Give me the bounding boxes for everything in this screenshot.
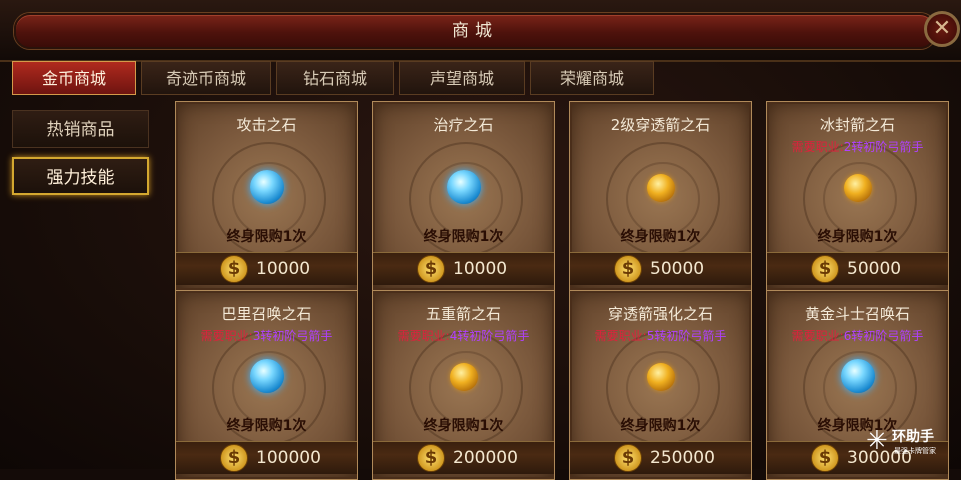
shop-item-card[interactable]: 攻击之石终身限购1次 $10000 — [175, 101, 358, 291]
gold-coin-icon: $ — [220, 444, 248, 472]
gold-gem-icon — [450, 363, 478, 391]
item-price: 50000 — [650, 259, 705, 279]
item-name: 黄金斗士召唤石 — [804, 305, 910, 323]
tab-miracle-coin-shop[interactable]: 奇迹币商城 — [141, 61, 271, 95]
requirement-label: 需要职业: — [397, 329, 450, 343]
item-requirement: 需要职业:5转初阶弓箭手 — [570, 327, 751, 344]
side-power-skills[interactable]: 强力技能 — [12, 157, 149, 195]
purchase-limit: 终身限购1次 — [226, 418, 307, 434]
requirement-label: 需要职业: — [200, 329, 253, 343]
requirement-class: 2转初阶弓箭手 — [843, 140, 924, 154]
gold-coin-icon: $ — [614, 255, 642, 283]
requirement-label: 需要职业: — [594, 329, 647, 343]
tab-diamond-shop[interactable]: 钻石商城 — [276, 61, 394, 95]
price-bar: $50000 — [767, 252, 948, 285]
tab-honor-shop[interactable]: 荣耀商城 — [530, 61, 654, 95]
purchase-limit: 终身限购1次 — [620, 229, 701, 245]
gold-coin-icon: $ — [811, 444, 839, 472]
purchase-limit: 终身限购1次 — [423, 418, 504, 434]
blue-gem-icon — [841, 359, 875, 393]
item-name: 攻击之石 — [236, 116, 297, 134]
item-requirement: 需要职业:6转初阶弓箭手 — [767, 327, 948, 344]
blue-gem-icon — [250, 170, 284, 204]
watermark-subtext: 最强卡牌管家 — [894, 447, 936, 455]
side-hot-items[interactable]: 热销商品 — [12, 110, 149, 148]
gold-gem-icon — [844, 174, 872, 202]
blue-gem-icon — [447, 170, 481, 204]
shop-item-card[interactable]: 2级穿透箭之石 终身限购1次 $50000 — [569, 101, 752, 291]
price-bar: $100000 — [176, 441, 357, 474]
close-icon[interactable]: ✕ — [924, 11, 960, 47]
item-price: 10000 — [453, 259, 508, 279]
watermark-text: 环助手 — [892, 429, 934, 445]
tab-gold-shop[interactable]: 金币商城 — [12, 61, 136, 95]
item-price: 200000 — [453, 448, 518, 468]
item-requirement: 需要职业:4转初阶弓箭手 — [373, 327, 554, 344]
requirement-class: 6转初阶弓箭手 — [843, 329, 924, 343]
item-price: 250000 — [650, 448, 715, 468]
price-bar: $10000 — [176, 252, 357, 285]
requirement-label: 需要职业: — [791, 140, 844, 154]
item-price: 50000 — [847, 259, 902, 279]
requirement-class: 5转初阶弓箭手 — [646, 329, 727, 343]
item-requirement: 需要职业:3转初阶弓箭手 — [176, 327, 357, 344]
gold-coin-icon: $ — [220, 255, 248, 283]
gold-coin-icon: $ — [417, 255, 445, 283]
gold-gem-icon — [647, 174, 675, 202]
gold-coin-icon: $ — [811, 255, 839, 283]
blue-gem-icon — [250, 359, 284, 393]
gold-coin-icon: $ — [614, 444, 642, 472]
item-requirement: 需要职业:2转初阶弓箭手 — [767, 138, 948, 155]
watermark-icon: ✳ — [866, 426, 888, 456]
shop-window: 商城 ✕ 金币商城 奇迹币商城 钻石商城 声望商城 荣耀商城 热销商品 强力技能… — [0, 0, 961, 480]
price-bar: $10000 — [373, 252, 554, 285]
requirement-class: 4转初阶弓箭手 — [449, 329, 530, 343]
title-banner: 商城 — [14, 13, 936, 49]
gold-gem-icon — [647, 363, 675, 391]
requirement-class: 3转初阶弓箭手 — [252, 329, 333, 343]
gold-coin-icon: $ — [417, 444, 445, 472]
shop-item-card[interactable]: 五重箭之石 需要职业:4转初阶弓箭手 终身限购1次 $200000 — [372, 290, 555, 480]
price-bar: $200000 — [373, 441, 554, 474]
purchase-limit: 终身限购1次 — [817, 229, 898, 245]
item-price: 10000 — [256, 259, 311, 279]
shop-item-card[interactable]: 巴里召唤之石 需要职业:3转初阶弓箭手 终身限购1次 $100000 — [175, 290, 358, 480]
purchase-limit: 终身限购1次 — [226, 229, 307, 245]
item-name: 2级穿透箭之石 — [610, 116, 711, 134]
item-name: 巴里召唤之石 — [221, 305, 312, 323]
watermark-logo: ✳ 环助手 最强卡牌管家 — [864, 420, 954, 462]
item-name: 五重箭之石 — [425, 305, 501, 323]
purchase-limit: 终身限购1次 — [423, 229, 504, 245]
shop-item-card[interactable]: 治疗之石终身限购1次 $10000 — [372, 101, 555, 291]
requirement-label: 需要职业: — [791, 329, 844, 343]
price-bar: $50000 — [570, 252, 751, 285]
title-bar: 商城 ✕ — [0, 0, 961, 62]
item-name: 冰封箭之石 — [819, 116, 895, 134]
shop-item-card[interactable]: 穿透箭强化之石 需要职业:5转初阶弓箭手 终身限购1次 $250000 — [569, 290, 752, 480]
shop-item-card[interactable]: 冰封箭之石 需要职业:2转初阶弓箭手 终身限购1次 $50000 — [766, 101, 949, 291]
price-bar: $250000 — [570, 441, 751, 474]
window-title: 商城 — [452, 21, 498, 41]
item-name: 治疗之石 — [433, 116, 494, 134]
purchase-limit: 终身限购1次 — [620, 418, 701, 434]
tab-reputation-shop[interactable]: 声望商城 — [399, 61, 525, 95]
item-price: 100000 — [256, 448, 321, 468]
item-name: 穿透箭强化之石 — [607, 305, 713, 323]
